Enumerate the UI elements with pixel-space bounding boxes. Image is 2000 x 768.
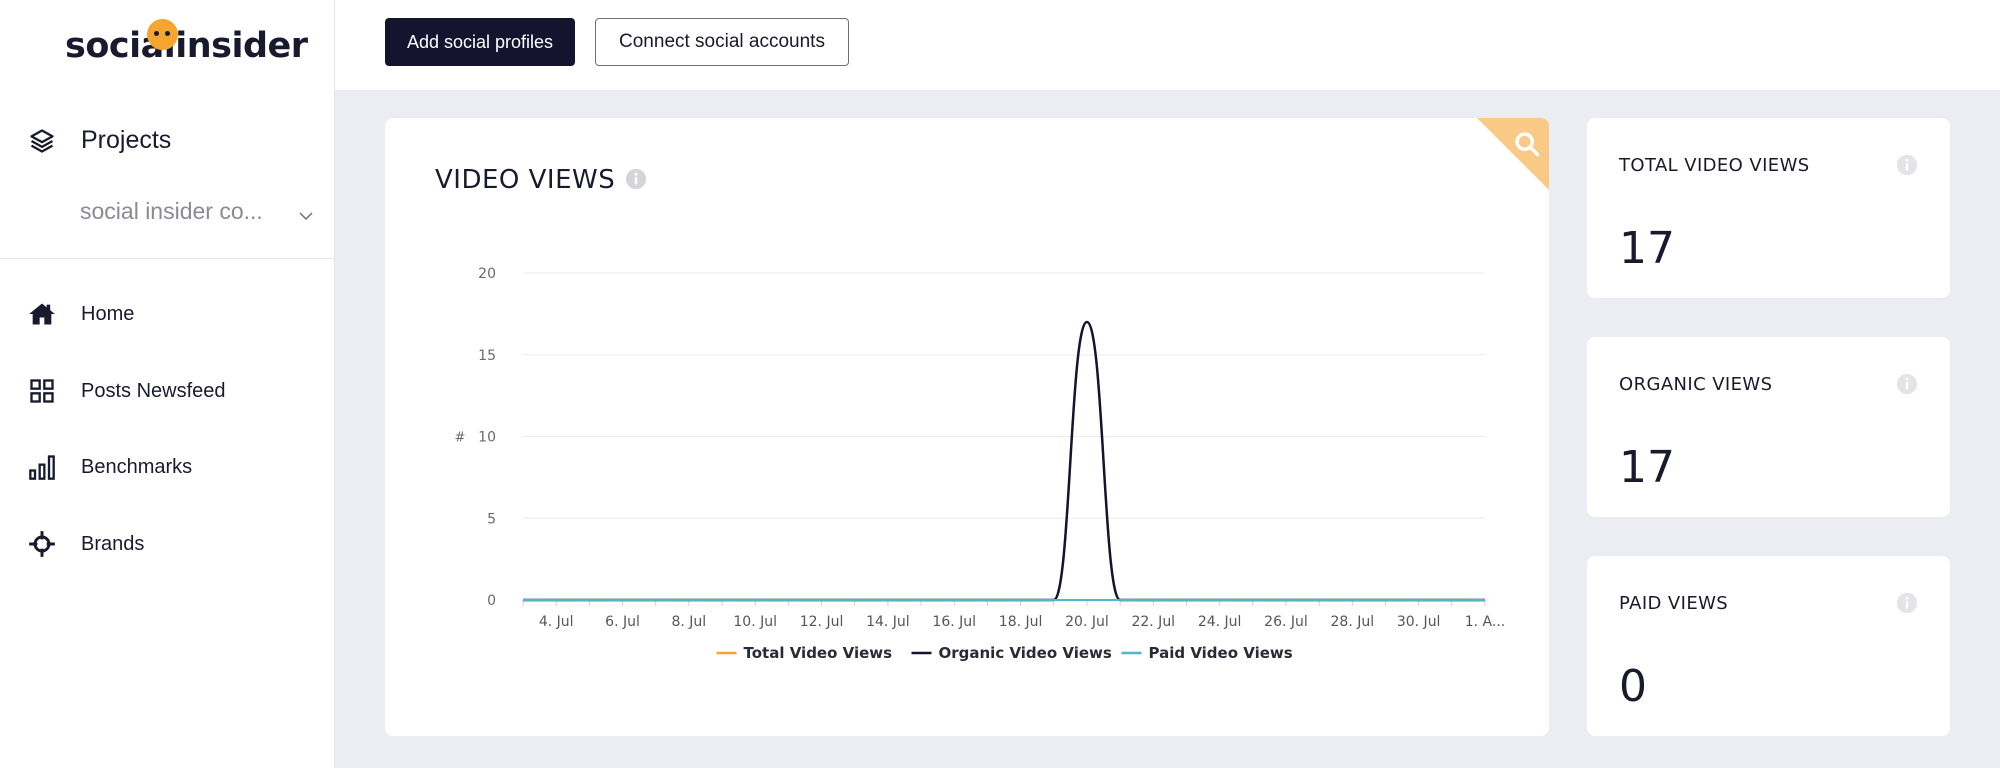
y-tick-label: 5 xyxy=(487,511,496,527)
stat-card-organic-views: ORGANIC VIEWS 17 xyxy=(1587,337,1950,517)
sidebar-item-label: Home xyxy=(81,302,135,325)
stat-label: ORGANIC VIEWS xyxy=(1619,374,1773,395)
x-tick-label: 22. Jul xyxy=(1131,614,1175,630)
stat-card-total-video-views: TOTAL VIDEO VIEWS 17 xyxy=(1587,118,1950,298)
sidebar-divider xyxy=(0,258,335,259)
x-tick-label: 10. Jul xyxy=(733,614,777,630)
x-tick-label: 26. Jul xyxy=(1264,614,1308,630)
x-tick-label: 20. Jul xyxy=(1065,614,1109,630)
series-line-total-video-views xyxy=(523,321,1485,601)
series-line-organic-video-views xyxy=(523,320,1485,602)
grid-icon xyxy=(30,379,54,403)
sidebar-item-home[interactable]: Home xyxy=(28,300,134,328)
x-tick-label: 28. Jul xyxy=(1331,614,1375,630)
info-icon[interactable] xyxy=(1896,592,1918,614)
layers-icon xyxy=(30,128,54,153)
y-tick-label: 20 xyxy=(478,266,496,282)
stat-label: PAID VIEWS xyxy=(1619,593,1729,614)
chevron-down-icon xyxy=(299,211,313,220)
sidebar-item-label: Benchmarks xyxy=(81,455,193,478)
project-dropdown[interactable]: social insider co... xyxy=(80,198,320,225)
stat-value: 17 xyxy=(1619,223,1675,274)
sidebar-item-brands[interactable]: Brands xyxy=(28,530,144,558)
stat-card-paid-views: PAID VIEWS 0 xyxy=(1587,556,1950,736)
x-tick-label: 1. A... xyxy=(1465,614,1506,630)
logo[interactable]: socialinsider xyxy=(65,26,308,66)
x-tick-label: 16. Jul xyxy=(932,614,976,630)
stat-value: 17 xyxy=(1619,442,1675,493)
x-tick-label: 8. Jul xyxy=(672,614,707,630)
logo-mark-icon xyxy=(147,19,178,50)
video-views-card: VIDEO VIEWS 0 5 10 15 20 #4. Jul 6. Jul 8. Jul 1… xyxy=(385,118,1549,736)
info-icon[interactable] xyxy=(1896,373,1918,395)
legend-item: Total Video Views xyxy=(744,644,893,662)
sidebar: socialinsider Projects social insider co… xyxy=(0,0,335,768)
project-dropdown-value: social insider co... xyxy=(80,198,263,224)
x-tick-label: 12. Jul xyxy=(800,614,844,630)
connect-social-accounts-button[interactable]: Connect social accounts xyxy=(595,18,849,66)
x-tick-label: 14. Jul xyxy=(866,614,910,630)
sidebar-item-posts-newsfeed[interactable]: Posts Newsfeed xyxy=(28,377,226,405)
x-tick-label: 24. Jul xyxy=(1198,614,1242,630)
x-tick-label: 6. Jul xyxy=(605,614,640,630)
y-axis-label: # xyxy=(455,431,466,446)
home-icon xyxy=(29,303,55,325)
projects-label: Projects xyxy=(81,126,172,154)
x-tick-label: 30. Jul xyxy=(1397,614,1441,630)
y-tick-label: 0 xyxy=(487,593,496,609)
sidebar-item-label: Posts Newsfeed xyxy=(81,379,226,402)
legend-item: Paid Video Views xyxy=(1149,644,1293,662)
projects-menu[interactable]: Projects xyxy=(28,126,171,155)
stat-label: TOTAL VIDEO VIEWS xyxy=(1619,155,1810,176)
bar-chart-icon xyxy=(29,455,55,480)
top-bar: Add social profiles Connect social accou… xyxy=(335,0,2000,90)
crosshair-icon xyxy=(29,531,55,557)
info-icon[interactable] xyxy=(1896,154,1918,176)
legend-item: Organic Video Views xyxy=(939,644,1112,662)
y-tick-label: 10 xyxy=(478,430,496,446)
add-social-profiles-button[interactable]: Add social profiles xyxy=(385,18,575,66)
sidebar-item-benchmarks[interactable]: Benchmarks xyxy=(28,453,192,481)
x-tick-label: 18. Jul xyxy=(999,614,1043,630)
stat-value: 0 xyxy=(1619,661,1647,712)
video-views-chart: 0 5 10 15 20 #4. Jul 6. Jul 8. Jul 10. Jul 12. Ju… xyxy=(455,266,1506,662)
x-tick-label: 4. Jul xyxy=(539,614,574,630)
y-tick-label: 15 xyxy=(478,348,496,364)
sidebar-item-label: Brands xyxy=(81,532,145,555)
